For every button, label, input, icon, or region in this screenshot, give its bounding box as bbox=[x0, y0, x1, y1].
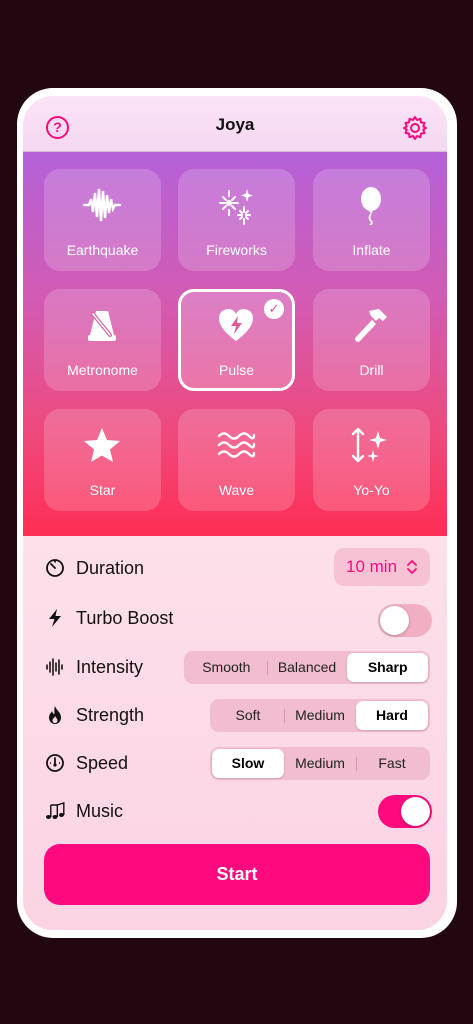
metronome-icon bbox=[88, 311, 116, 341]
strength-label: Strength bbox=[76, 705, 145, 725]
nav-bar: ? Joya bbox=[23, 96, 447, 152]
waveform-icon bbox=[82, 188, 122, 222]
balloon-icon bbox=[361, 187, 381, 225]
chevron-up-down-icon bbox=[407, 560, 417, 574]
speed-label: Speed bbox=[76, 753, 129, 773]
app-title: Joya bbox=[215, 115, 255, 134]
bolt-icon bbox=[49, 609, 61, 627]
speed-option-fast[interactable]: Fast bbox=[356, 749, 428, 778]
bolt-heart-icon bbox=[219, 309, 253, 341]
mode-label: Wave bbox=[218, 482, 255, 498]
strength-option-medium[interactable]: Medium bbox=[284, 701, 356, 730]
mode-label: Metronome bbox=[67, 362, 138, 378]
mode-label: Star bbox=[89, 482, 116, 498]
mode-tile-earthquake[interactable]: Earthquake bbox=[44, 169, 161, 271]
settings-panel: Duration 10 min Turbo Boost Intensity Sm… bbox=[23, 536, 447, 930]
speed-segmented: Slow Medium Fast bbox=[210, 747, 430, 780]
mode-label: Earthquake bbox=[66, 242, 139, 258]
speedometer-icon bbox=[46, 754, 64, 772]
waveform-icon bbox=[46, 658, 63, 676]
intensity-segmented: Smooth Balanced Sharp bbox=[184, 651, 430, 684]
toggle-knob bbox=[380, 606, 409, 635]
gear-icon[interactable] bbox=[402, 115, 428, 141]
toggle-knob bbox=[401, 797, 430, 826]
duration-picker[interactable]: 10 min bbox=[334, 548, 430, 586]
mode-label: Inflate bbox=[352, 242, 391, 258]
speed-option-slow[interactable]: Slow bbox=[212, 749, 284, 778]
mode-tile-metronome[interactable]: Metronome bbox=[44, 289, 161, 391]
strength-segmented: Soft Medium Hard bbox=[210, 699, 430, 732]
mode-label: Yo-Yo bbox=[353, 482, 390, 498]
mode-tile-yoyo[interactable]: Yo-Yo bbox=[313, 409, 430, 511]
intensity-option-balanced[interactable]: Balanced bbox=[266, 653, 348, 682]
start-button[interactable]: Start bbox=[44, 844, 430, 905]
music-toggle[interactable] bbox=[378, 795, 432, 828]
duration-label: Duration bbox=[76, 558, 145, 578]
arrows-sparkles-icon bbox=[351, 427, 387, 463]
turbo-toggle[interactable] bbox=[378, 604, 432, 637]
water-waves-icon bbox=[217, 432, 256, 458]
mode-tile-inflate[interactable]: Inflate bbox=[313, 169, 430, 271]
turbo-label: Turbo Boost bbox=[76, 608, 174, 628]
strength-option-soft[interactable]: Soft bbox=[212, 701, 284, 730]
mode-tile-drill[interactable]: Drill bbox=[313, 289, 430, 391]
duration-value: 10 min bbox=[346, 557, 398, 576]
mode-label: Pulse bbox=[218, 362, 255, 378]
checkmark-icon: ✓ bbox=[264, 299, 284, 319]
mode-grid: Earthquake Fireworks Inflate Metronome ✓… bbox=[23, 152, 447, 536]
mode-label: Drill bbox=[359, 362, 384, 378]
music-label: Music bbox=[76, 801, 124, 821]
app-screen: ? Joya Earthquake Fireworks Inflate Metr… bbox=[23, 96, 447, 930]
intensity-option-smooth[interactable]: Smooth bbox=[186, 653, 267, 682]
intensity-label: Intensity bbox=[76, 657, 144, 677]
intensity-option-sharp[interactable]: Sharp bbox=[347, 653, 429, 682]
star-icon bbox=[84, 428, 120, 462]
mode-label: Fireworks bbox=[206, 242, 267, 258]
music-notes-icon bbox=[46, 802, 65, 819]
speed-option-medium[interactable]: Medium bbox=[284, 749, 356, 778]
timer-icon bbox=[46, 559, 64, 577]
flame-icon bbox=[49, 706, 61, 724]
mode-tile-pulse[interactable]: ✓ Pulse bbox=[178, 289, 295, 391]
mode-tile-fireworks[interactable]: Fireworks bbox=[178, 169, 295, 271]
fireworks-icon bbox=[219, 189, 253, 225]
strength-option-hard[interactable]: Hard bbox=[356, 701, 428, 730]
mode-tile-wave[interactable]: Wave bbox=[178, 409, 295, 511]
hammer-icon bbox=[355, 309, 387, 342]
mode-tile-star[interactable]: Star bbox=[44, 409, 161, 511]
